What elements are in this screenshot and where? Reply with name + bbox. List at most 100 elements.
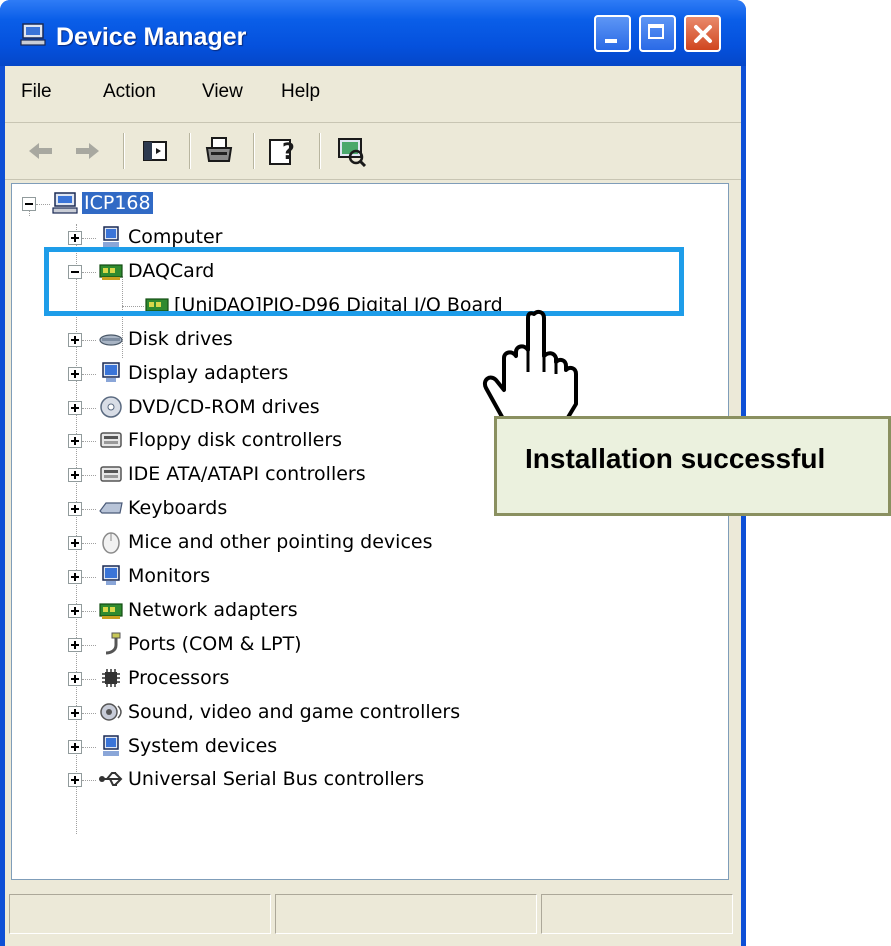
status-cell [541, 894, 733, 934]
expand-icon[interactable] [68, 705, 82, 720]
expand-icon[interactable] [68, 468, 82, 483]
tree-node-category[interactable]: System devices [68, 733, 688, 763]
category-label: Mice and other pointing devices [128, 531, 433, 554]
window-title: Device Manager [56, 23, 247, 51]
print-icon[interactable] [203, 135, 235, 167]
device-manager-icon [20, 23, 46, 46]
tree-line [82, 577, 96, 579]
tree-line [82, 746, 96, 749]
back-arrow-icon[interactable] [25, 135, 57, 167]
tree-node-category[interactable]: Disk drives [68, 326, 688, 356]
tree-line [82, 509, 96, 511]
close-button[interactable] [684, 15, 721, 52]
monitor-icon [102, 361, 120, 382]
computer-icon [52, 192, 78, 214]
toolbar-separator [319, 133, 320, 169]
tree-node-root[interactable]: ICP168 [22, 190, 322, 220]
tree-node-category[interactable]: Processors [68, 665, 688, 695]
tree-line [82, 712, 96, 715]
maximize-button[interactable] [639, 15, 676, 52]
category-label: Floppy disk controllers [128, 429, 343, 452]
menu-file[interactable]: File [21, 81, 52, 103]
expand-icon[interactable] [68, 366, 82, 381]
expand-icon[interactable] [68, 434, 82, 449]
tree-node-category[interactable]: Display adapters [68, 360, 688, 390]
category-label: Disk drives [128, 327, 233, 350]
pointing-hand-icon [483, 309, 578, 426]
collapse-icon[interactable] [22, 197, 36, 211]
callout-text: Installation successful [525, 443, 826, 474]
callout-box: Installation successful [494, 416, 891, 516]
toolbar-separator [123, 133, 124, 169]
expand-icon[interactable] [68, 637, 82, 652]
status-bar [5, 888, 741, 940]
tree-node-category[interactable]: Universal Serial Bus controllers [68, 766, 688, 796]
menu-action[interactable]: Action [103, 81, 156, 103]
show-hide-console-tree-icon[interactable] [139, 135, 171, 167]
toolbar-separator [189, 133, 190, 169]
tree-node-category[interactable]: Monitors [68, 563, 688, 593]
tree-line [82, 475, 96, 477]
category-label: Monitors [128, 565, 211, 587]
menu-bar: File Action View Help [5, 66, 741, 123]
toolbar: ? [5, 123, 741, 180]
tree-node-category[interactable]: Sound, video and game controllers [68, 699, 688, 729]
floppy-controller-icon [100, 432, 122, 449]
tree-line [82, 407, 96, 410]
category-label: Computer [128, 226, 223, 248]
category-label: Network adapters [128, 598, 298, 621]
tree-line [82, 644, 96, 647]
highlight-box [44, 247, 684, 316]
category-label: Processors [128, 666, 230, 689]
category-label: DVD/CD-ROM drives [128, 395, 320, 418]
mouse-icon [102, 532, 120, 554]
tree-node-category[interactable]: Mice and other pointing devices [68, 529, 688, 559]
tree-line [82, 339, 96, 342]
toolbar-separator [253, 133, 254, 169]
menu-help[interactable]: Help [281, 81, 320, 103]
tree-line [82, 610, 96, 613]
tree-line [82, 238, 96, 240]
status-cell [9, 894, 271, 934]
cdrom-icon [100, 395, 122, 418]
tree-node-category[interactable]: Network adapters [68, 597, 688, 627]
tree-line [82, 678, 96, 681]
category-label: Ports (COM & LPT) [128, 632, 302, 655]
category-label: Display adapters [128, 361, 289, 384]
disk-drive-icon [99, 334, 123, 346]
category-label: Keyboards [128, 497, 228, 520]
scan-hardware-icon[interactable] [335, 135, 367, 167]
tree-line [82, 543, 96, 545]
expand-icon[interactable] [68, 603, 82, 618]
tree-line [82, 373, 96, 376]
minimize-button[interactable] [594, 15, 631, 52]
expand-icon[interactable] [68, 671, 82, 686]
tree-line [36, 204, 50, 206]
forward-arrow-icon[interactable] [71, 135, 103, 167]
expand-icon[interactable] [68, 739, 82, 754]
expand-icon[interactable] [68, 773, 82, 788]
status-cell [275, 894, 537, 934]
svg-text:?: ? [282, 140, 295, 165]
expand-icon[interactable] [68, 231, 82, 245]
category-label: Sound, video and game controllers [128, 700, 461, 723]
menu-view[interactable]: View [202, 81, 243, 103]
category-label: System devices [128, 734, 278, 757]
help-icon[interactable]: ? [267, 135, 299, 167]
root-label: ICP168 [82, 192, 153, 214]
monitor-icon [102, 565, 120, 585]
expand-icon[interactable] [68, 400, 82, 415]
expand-icon[interactable] [68, 570, 82, 584]
tree-line [82, 780, 96, 782]
expand-icon[interactable] [68, 502, 82, 517]
close-icon [694, 25, 712, 43]
pci-card-icon [99, 603, 123, 619]
title-bar[interactable]: Device Manager [0, 0, 746, 66]
port-icon [105, 632, 121, 655]
expand-icon[interactable] [68, 536, 82, 551]
usb-icon [99, 772, 123, 787]
expand-icon[interactable] [68, 332, 82, 347]
speaker-icon [100, 702, 122, 721]
computer-icon [103, 734, 119, 756]
tree-node-category[interactable]: Ports (COM & LPT) [68, 631, 688, 661]
